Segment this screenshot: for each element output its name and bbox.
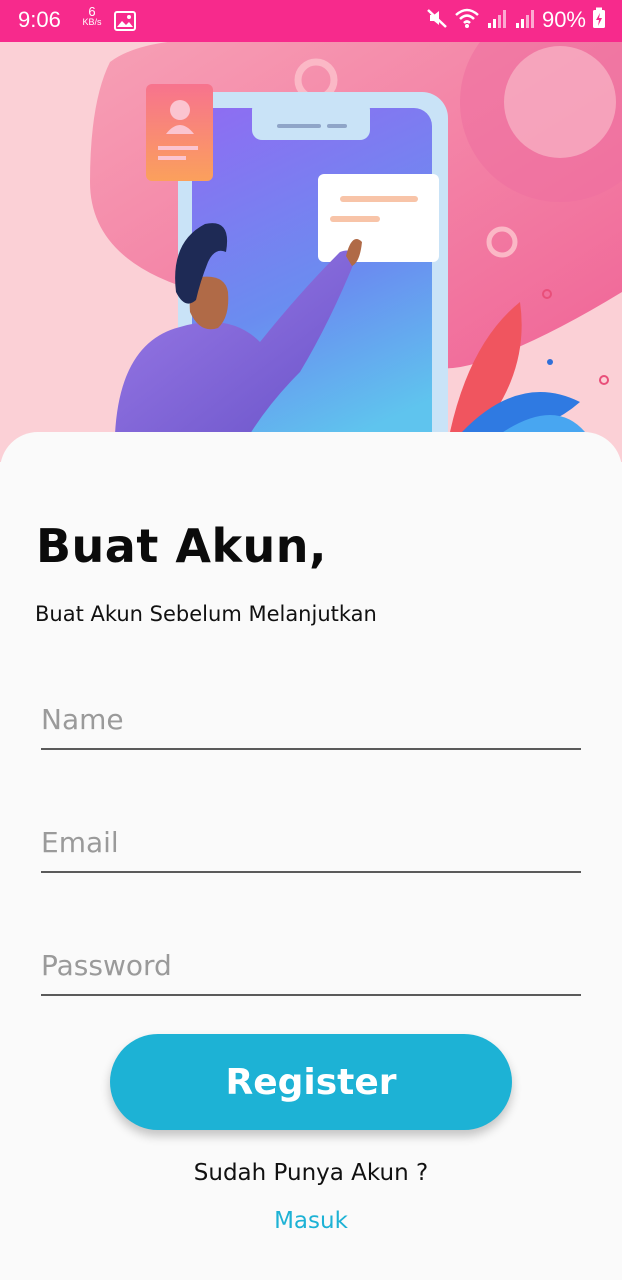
email-field <box>41 797 581 873</box>
name-input[interactable] <box>41 703 581 736</box>
password-input[interactable] <box>41 949 581 982</box>
status-time: 9:06 <box>18 7 61 32</box>
hero-illustration <box>0 42 622 462</box>
signal-icon <box>486 7 508 33</box>
status-bar: 9:06 6 KB/s 90% <box>0 0 622 42</box>
wifi-icon <box>454 7 480 33</box>
battery-level: 90% <box>541 7 586 32</box>
status-icons: 90% <box>426 7 606 33</box>
network-speed-value: 6 <box>88 4 96 19</box>
battery-charging-icon <box>592 7 606 33</box>
login-link[interactable]: Masuk <box>0 1208 622 1234</box>
password-field <box>41 920 581 996</box>
signal-icon-2 <box>514 7 536 33</box>
page-subtitle: Buat Akun Sebelum Melanjutkan <box>35 602 377 626</box>
network-speed-unit: KB/s <box>82 17 102 27</box>
network-speed: 6 KB/s <box>78 4 106 28</box>
gallery-icon <box>114 11 136 35</box>
email-input[interactable] <box>41 826 581 859</box>
have-account-text: Sudah Punya Akun ? <box>193 1160 429 1186</box>
register-illustration <box>90 42 622 462</box>
page-title: Buat Akun, <box>36 519 328 573</box>
name-field <box>41 674 581 750</box>
mute-icon <box>426 7 448 33</box>
register-button[interactable]: Register <box>110 1034 512 1130</box>
